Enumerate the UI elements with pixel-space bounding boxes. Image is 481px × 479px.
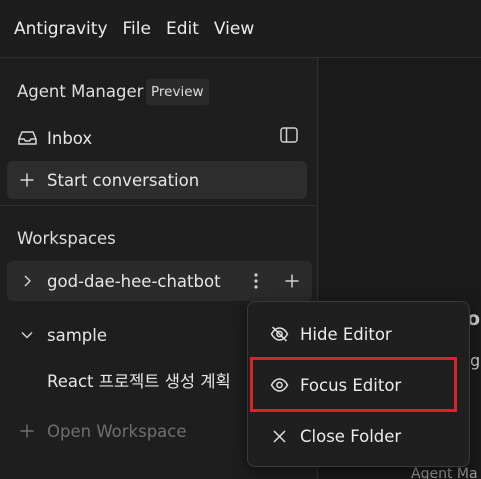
workspace-name: sample xyxy=(47,325,107,345)
eye-icon xyxy=(269,378,289,392)
menu-item-close-folder[interactable]: Close Folder xyxy=(248,416,469,456)
workspaces-title: Workspaces xyxy=(17,229,116,248)
conversation-label: React 프로젝트 생성 계획 xyxy=(47,372,231,391)
menu-item-focus-editor[interactable]: Focus Editor xyxy=(248,365,469,405)
menu-item-label: Hide Editor xyxy=(300,324,392,344)
agent-manager-title: Agent Manager xyxy=(17,82,144,101)
plus-icon xyxy=(18,173,36,187)
workspace-item-sample[interactable]: sample xyxy=(18,323,107,347)
start-conversation-button[interactable]: Start conversation xyxy=(7,161,307,199)
chevron-right-icon xyxy=(18,275,36,287)
menu-item-hide-editor[interactable]: Hide Editor xyxy=(248,314,469,354)
app-name-menu[interactable]: Antigravity xyxy=(14,19,108,39)
workspace-context-menu: Hide Editor Focus Editor Close Folder xyxy=(247,301,470,467)
menu-item-label: Focus Editor xyxy=(300,375,402,395)
more-options-icon[interactable] xyxy=(254,273,258,289)
menu-view[interactable]: View xyxy=(214,19,254,39)
conversation-item[interactable]: React 프로젝트 생성 계획 xyxy=(47,368,231,392)
chevron-down-icon xyxy=(18,331,36,339)
open-workspace-label: Open Workspace xyxy=(47,421,187,441)
inbox-label: Inbox xyxy=(47,128,93,148)
plus-icon xyxy=(18,424,36,438)
preview-badge: Preview xyxy=(146,79,209,105)
inbox-item[interactable]: Inbox xyxy=(17,126,302,150)
workspace-item-god-dae-hee-chatbot[interactable]: god-dae-hee-chatbot xyxy=(7,261,312,301)
section-divider xyxy=(0,205,318,206)
inbox-icon xyxy=(17,130,37,146)
start-conversation-label: Start conversation xyxy=(47,170,200,190)
menu-file[interactable]: File xyxy=(123,19,151,39)
workspace-name: god-dae-hee-chatbot xyxy=(47,271,221,291)
add-conversation-icon[interactable] xyxy=(285,274,299,288)
open-workspace-button[interactable]: Open Workspace xyxy=(18,419,187,443)
menu-item-label: Close Folder xyxy=(300,426,402,446)
close-icon xyxy=(269,429,289,443)
background-text-fragment: g xyxy=(470,351,481,370)
eye-off-icon xyxy=(269,326,289,342)
menu-edit[interactable]: Edit xyxy=(166,19,199,39)
sidebar-toggle-icon[interactable] xyxy=(280,127,298,143)
menubar: Antigravity File Edit View xyxy=(0,0,481,58)
background-text-fragment: Agent Ma xyxy=(411,466,478,479)
